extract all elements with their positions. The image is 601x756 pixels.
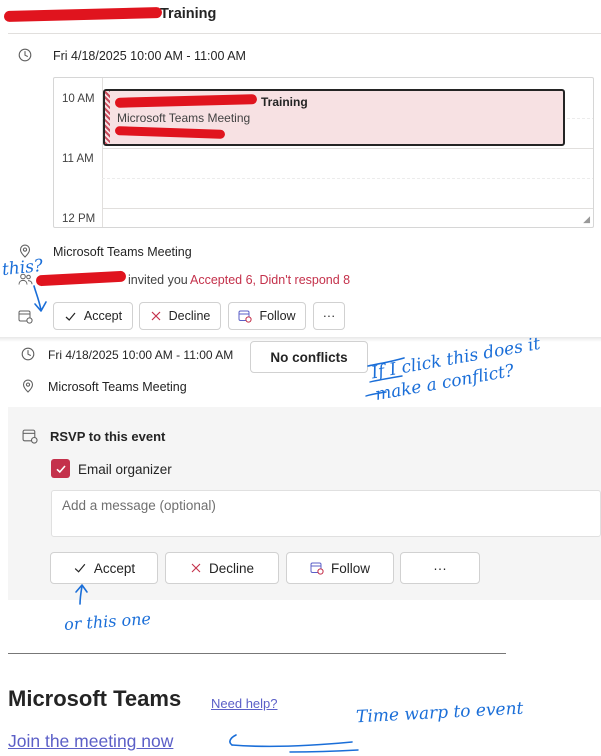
redaction-mark <box>35 270 127 287</box>
event-location: Microsoft Teams Meeting <box>53 245 192 259</box>
accept-label: Accept <box>83 309 123 323</box>
clock-icon <box>18 48 32 65</box>
rsvp-message-input[interactable] <box>51 490 601 537</box>
more-options-button[interactable]: ··· <box>313 302 345 330</box>
hour-label: 12 PM <box>62 213 96 225</box>
calendar-event-subtitle: Microsoft Teams Meeting <box>117 111 251 125</box>
accept-label: Accept <box>93 560 136 576</box>
email-organizer-checkbox[interactable] <box>51 459 70 478</box>
hour-label: 11 AM <box>62 153 94 165</box>
rsvp-follow-button[interactable]: Follow <box>286 552 394 584</box>
follow-label: Follow <box>330 560 370 576</box>
divider <box>8 653 506 654</box>
annotation-this-one: or this one <box>63 608 152 635</box>
teams-section-title: Microsoft Teams <box>8 686 182 711</box>
organizer-invited-text: invited you <box>128 273 188 287</box>
join-meeting-link[interactable]: Join the meeting now <box>8 731 173 752</box>
follow-label: Follow <box>259 309 296 323</box>
decline-button[interactable]: Decline <box>139 302 221 330</box>
annotation-this: this? <box>1 255 44 281</box>
follow-button[interactable]: Follow <box>228 302 306 330</box>
more-icon: ··· <box>433 560 447 576</box>
email-organizer-label[interactable]: Email organizer <box>78 462 172 477</box>
hour-line <box>102 208 593 209</box>
decline-label: Decline <box>208 560 255 576</box>
calendar-event-title: Training <box>261 95 308 109</box>
clock-icon <box>21 347 35 364</box>
no-conflicts-button[interactable]: No conflicts <box>250 341 368 373</box>
check-icon <box>64 310 77 323</box>
rsvp-more-options-button[interactable]: ··· <box>400 552 480 584</box>
follow-icon <box>310 561 324 575</box>
calendar-preview[interactable]: 10 AM 11 AM 12 PM Training Microsoft Tea… <box>53 77 594 228</box>
checkbox-check-icon <box>55 464 66 473</box>
divider <box>8 33 601 34</box>
check-icon <box>73 561 87 575</box>
rsvp-decline-button[interactable]: Decline <box>165 552 279 584</box>
calendar-rsvp-icon <box>18 309 33 327</box>
annotation-time-warp: Time warp to event <box>355 698 524 728</box>
redaction-mark <box>114 126 226 139</box>
accept-button[interactable]: Accept <box>53 302 133 330</box>
rsvp-accept-button[interactable]: Accept <box>50 552 158 584</box>
hour-line <box>102 148 593 149</box>
location-icon <box>21 379 35 396</box>
event-location: Microsoft Teams Meeting <box>48 380 187 394</box>
event-title: Training <box>160 6 217 22</box>
decline-label: Decline <box>168 309 211 323</box>
event-datetime: Fri 4/18/2025 10:00 AM - 11:00 AM <box>53 49 246 63</box>
attendee-response-summary[interactable]: Accepted 6, Didn't respond 8 <box>190 273 350 287</box>
calendar-event-block[interactable]: Training Microsoft Teams Meeting <box>103 89 565 146</box>
event-datetime: Fri 4/18/2025 10:00 AM - 11:00 AM <box>48 348 234 362</box>
resize-grip-icon[interactable]: ◢ <box>583 214 590 225</box>
half-hour-line <box>102 178 593 179</box>
redaction-mark <box>114 94 258 108</box>
tentative-stripe <box>105 91 110 144</box>
close-icon <box>150 310 162 322</box>
more-icon: ··· <box>322 309 336 323</box>
hour-label: 10 AM <box>62 93 95 105</box>
close-icon <box>190 562 202 574</box>
follow-icon <box>238 309 253 323</box>
rsvp-title: RSVP to this event <box>50 429 166 444</box>
need-help-link[interactable]: Need help? <box>211 696 278 711</box>
calendar-rsvp-icon <box>22 428 38 447</box>
